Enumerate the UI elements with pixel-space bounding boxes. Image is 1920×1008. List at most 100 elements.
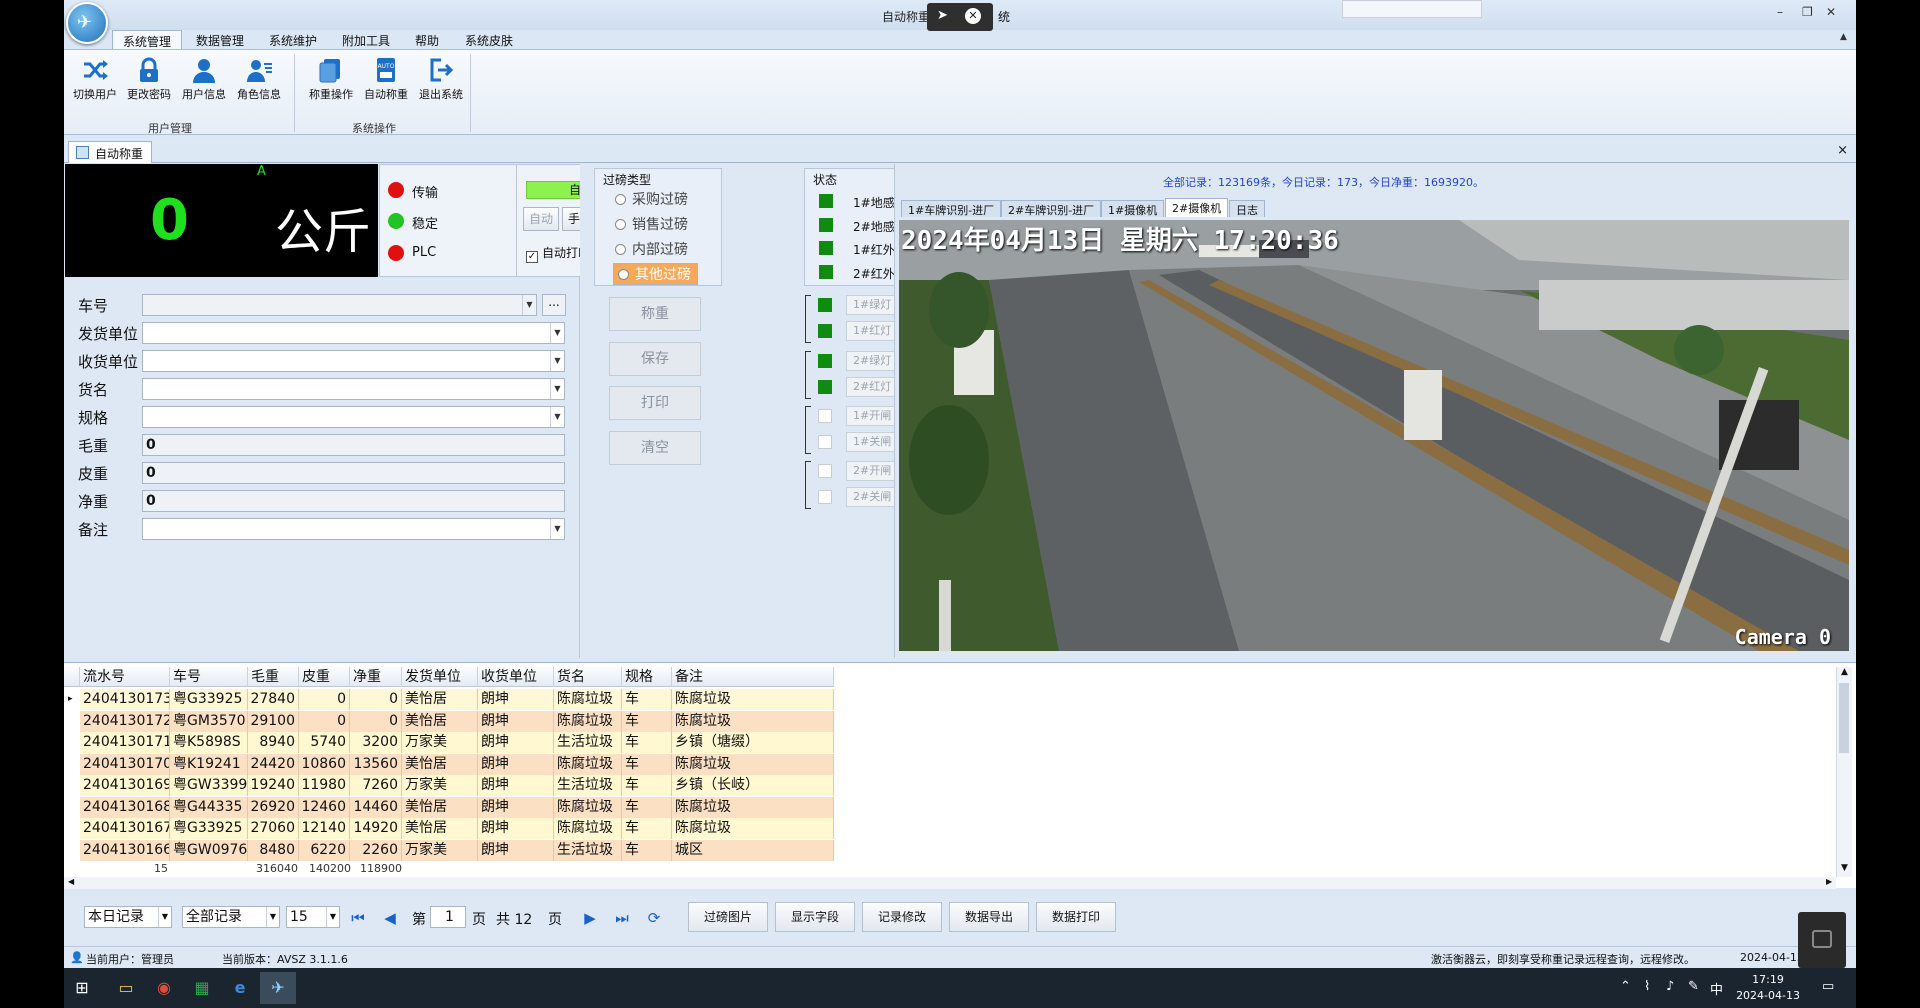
horizontal-scrollbar[interactable]: ◀ ▶ — [64, 877, 1836, 889]
cloud-notice[interactable]: 激活衡器云，即刻享受称重记录远程查询，远程修改。 — [1431, 951, 1695, 967]
scroll-up-icon[interactable]: ▲ — [1841, 667, 1848, 677]
weigh-images-button[interactable]: 过磅图片 — [688, 902, 768, 932]
screen-recorder-widget[interactable]: ➤ ✕ — [927, 3, 993, 31]
scroll-down-icon[interactable]: ▼ — [1841, 863, 1848, 873]
chevron-down-icon[interactable]: ▼ — [550, 351, 564, 371]
tab-plate-cam-1[interactable]: 1#车牌识别-进厂 — [901, 200, 1002, 217]
chevron-down-icon[interactable]: ▼ — [266, 907, 279, 927]
next-page-icon[interactable]: ▶ — [580, 908, 600, 928]
first-page-icon[interactable]: ⏮ — [348, 908, 368, 928]
weigh-button[interactable]: 称重 — [609, 297, 701, 331]
table-row[interactable]: 2404130170 粤K19241 24420 10860 13560 美怡居 朗坤 陈腐垃… — [64, 753, 834, 775]
spec-input[interactable]: ▼ — [142, 406, 565, 428]
gross-field[interactable]: 0 — [142, 434, 565, 456]
scroll-left-icon[interactable]: ◀ — [68, 877, 74, 886]
radio-purchase[interactable]: 采购过磅 — [615, 189, 688, 209]
camera-feed[interactable]: 2024年04月13日 星期六 17:20:36 Camera 0 — [899, 220, 1849, 651]
column-header[interactable]: 发货单位 — [402, 667, 478, 687]
cursor-icon[interactable]: ➤ — [937, 8, 948, 23]
column-header[interactable]: 车号 — [170, 667, 248, 687]
role-info-button[interactable]: 角色信息 — [232, 54, 286, 110]
menu-data-manage[interactable]: 数据管理 — [196, 32, 244, 49]
show-fields-button[interactable]: 显示字段 — [775, 902, 855, 932]
minimize-icon[interactable]: – — [1777, 5, 1783, 19]
notification-icon[interactable]: ▭ — [1822, 979, 1834, 994]
weigh-app-icon[interactable]: ✈ — [260, 972, 296, 1004]
table-row[interactable]: 2404130169 粤GW3399 19240 11980 7260 万家美 朗坤 生活垃圾… — [64, 775, 834, 796]
clock[interactable]: 17:19 2024-04-13 — [1736, 972, 1800, 1004]
table-row[interactable]: 2404130171 粤K5898S 8940 5740 3200 万家美 朗坤 生活垃圾车乡… — [64, 732, 834, 753]
chevron-down-icon[interactable]: ▼ — [550, 323, 564, 343]
last-page-icon[interactable]: ⏭ — [612, 908, 632, 928]
remark-input[interactable]: ▼ — [142, 518, 565, 540]
app-logo[interactable]: ✈ — [66, 2, 108, 44]
column-header[interactable]: 规格 — [622, 667, 672, 687]
tab-camera-2[interactable]: 2#摄像机 — [1165, 198, 1229, 217]
plate-input[interactable]: ▼ — [142, 294, 537, 316]
sender-input[interactable]: ▼ — [142, 322, 565, 344]
vertical-scrollbar[interactable]: ▲ ▼ — [1836, 667, 1852, 877]
tab-log[interactable]: 日志 — [1229, 200, 1265, 217]
pen-icon[interactable]: ✎ — [1688, 979, 1699, 994]
tab-auto-weigh[interactable]: 自动称重 — [68, 141, 153, 163]
print-data-button[interactable]: 数据打印 — [1036, 902, 1116, 932]
menu-tools[interactable]: 附加工具 — [342, 32, 390, 49]
clear-button[interactable]: 清空 — [609, 431, 701, 465]
close-window-icon[interactable]: ✕ — [1826, 5, 1836, 19]
switch-user-button[interactable]: 切换用户 — [68, 54, 122, 110]
chevron-down-icon[interactable]: ▼ — [550, 407, 564, 427]
page-size-select[interactable]: 15 ▼ — [286, 906, 340, 928]
menu-system-manage[interactable]: 系统管理 — [112, 30, 183, 49]
close-icon[interactable]: ✕ — [965, 8, 981, 24]
edit-record-button[interactable]: 记录修改 — [862, 902, 942, 932]
column-header[interactable]: 备注 — [672, 667, 834, 687]
tray-expand-icon[interactable]: ⌃ — [1620, 979, 1631, 994]
chevron-down-icon[interactable]: ▼ — [550, 519, 564, 539]
menu-help[interactable]: 帮助 — [415, 32, 439, 49]
table-row[interactable]: 2404130167 粤G33925 27060 12140 14920 美怡居 朗坤 陈腐垃… — [64, 818, 834, 839]
table-row[interactable]: ▸ 2404130173 粤G33925 27840 0 0 美怡居 朗坤 陈腐垃圾车陈腐垃圾 — [64, 689, 834, 710]
range-select[interactable]: 本日记录 ▼ — [84, 906, 172, 928]
file-explorer-icon[interactable]: ▭ — [108, 972, 144, 1004]
table-row[interactable]: 2404130172 粤GM3570 29100 0 0 美怡居 朗坤 陈腐垃圾车陈腐垃圾 — [64, 710, 834, 732]
export-data-button[interactable]: 数据导出 — [949, 902, 1029, 932]
goods-input[interactable]: ▼ — [142, 378, 565, 400]
column-header[interactable]: 皮重 — [299, 667, 350, 687]
menu-system-maintain[interactable]: 系统维护 — [269, 32, 317, 49]
filter-select[interactable]: 全部记录 ▼ — [182, 906, 280, 928]
change-password-button[interactable]: 更改密码 — [122, 54, 176, 110]
chevron-down-icon[interactable]: ▼ — [522, 295, 536, 315]
tab-plate-cam-2[interactable]: 2#车牌识别-进厂 — [1001, 200, 1102, 217]
floating-widget[interactable] — [1798, 912, 1846, 968]
refresh-icon[interactable]: ⟳ — [644, 908, 664, 928]
column-header[interactable]: 流水号 — [80, 667, 170, 687]
column-header[interactable]: 净重 — [350, 667, 402, 687]
net-field[interactable]: 0 — [142, 490, 565, 512]
column-header[interactable]: 收货单位 — [478, 667, 554, 687]
radio-internal[interactable]: 内部过磅 — [615, 239, 688, 259]
table-row[interactable]: 2404130166 粤GW0976 8480 6220 2260 万家美 朗坤 生活垃圾车城… — [64, 839, 834, 861]
tare-field[interactable]: 0 — [142, 462, 565, 484]
excel-icon[interactable]: ▦ — [184, 972, 220, 1004]
edge-icon[interactable]: e — [222, 972, 258, 1004]
prev-page-icon[interactable]: ◀ — [380, 908, 400, 928]
auto-weigh-button[interactable]: AUTO 自动称重 — [359, 54, 413, 110]
column-header[interactable]: 货名 — [554, 667, 622, 687]
menu-skin[interactable]: 系统皮肤 — [465, 32, 513, 49]
user-info-button[interactable]: 用户信息 — [177, 54, 231, 110]
network-icon[interactable]: ⌇ — [1644, 979, 1650, 994]
volume-icon[interactable]: ♪ — [1666, 979, 1674, 994]
scroll-right-icon[interactable]: ▶ — [1826, 877, 1832, 886]
page-input[interactable]: 1 — [430, 906, 466, 928]
chevron-down-icon[interactable]: ▼ — [550, 379, 564, 399]
receiver-input[interactable]: ▼ — [142, 350, 565, 372]
tab-camera-1[interactable]: 1#摄像机 — [1101, 200, 1165, 217]
scroll-thumb[interactable] — [1839, 683, 1849, 753]
chrome-icon[interactable]: ◉ — [146, 972, 182, 1004]
mode-auto-button[interactable]: 自动 — [523, 207, 559, 231]
print-button[interactable]: 打印 — [609, 386, 701, 420]
save-button[interactable]: 保存 — [609, 342, 701, 376]
plate-more-button[interactable]: ... — [542, 294, 566, 316]
column-header[interactable]: 毛重 — [248, 667, 299, 687]
close-tab-icon[interactable]: × — [1837, 143, 1848, 158]
